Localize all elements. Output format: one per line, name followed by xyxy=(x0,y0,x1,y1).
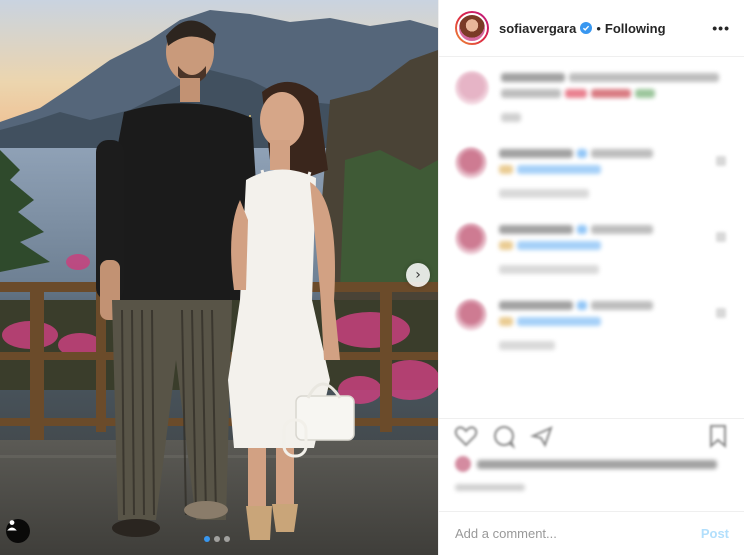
likes-summary[interactable] xyxy=(455,456,717,472)
following-button[interactable]: Following xyxy=(605,21,666,36)
carousel-dot xyxy=(214,536,220,542)
verified-icon xyxy=(580,22,593,34)
carousel-indicator xyxy=(204,536,230,542)
separator: • xyxy=(596,20,601,36)
tag-user-icon xyxy=(7,520,17,531)
photo-scene xyxy=(0,0,438,555)
comment-like-icon[interactable] xyxy=(716,308,726,318)
tag-user-button[interactable] xyxy=(6,519,30,543)
post-date xyxy=(455,484,525,491)
comment-like-icon[interactable] xyxy=(716,232,726,242)
comment-avatar[interactable] xyxy=(455,223,487,255)
comment-avatar[interactable] xyxy=(455,147,487,179)
comment-like-icon[interactable] xyxy=(716,156,726,166)
list-item xyxy=(455,223,728,274)
action-bar xyxy=(439,418,744,449)
post-photo[interactable]: › xyxy=(0,0,438,555)
list-item xyxy=(455,299,728,350)
post-sidebar: sofiavergara • Following ••• Add a comme… xyxy=(438,0,744,555)
comment-input[interactable] xyxy=(455,526,701,541)
list-item xyxy=(455,147,728,198)
comment-icon[interactable] xyxy=(491,423,517,449)
add-comment-bar: Post xyxy=(439,511,744,555)
save-icon[interactable] xyxy=(705,423,731,449)
avatar[interactable] xyxy=(455,11,489,45)
comments-list xyxy=(439,57,744,404)
username-link[interactable]: sofiavergara xyxy=(499,21,576,36)
heart-icon[interactable] xyxy=(453,423,479,449)
caption-item xyxy=(455,71,728,122)
next-photo-button[interactable]: › xyxy=(406,263,430,287)
post-button[interactable]: Post xyxy=(701,526,729,541)
next-arrow-icon: › xyxy=(415,267,421,283)
comment-avatar[interactable] xyxy=(455,299,487,331)
more-options-icon[interactable]: ••• xyxy=(712,20,730,36)
post-header: sofiavergara • Following ••• xyxy=(439,0,744,57)
caption-avatar[interactable] xyxy=(455,71,489,105)
carousel-dot xyxy=(224,536,230,542)
carousel-dot-active xyxy=(204,536,210,542)
share-icon[interactable] xyxy=(529,423,555,449)
